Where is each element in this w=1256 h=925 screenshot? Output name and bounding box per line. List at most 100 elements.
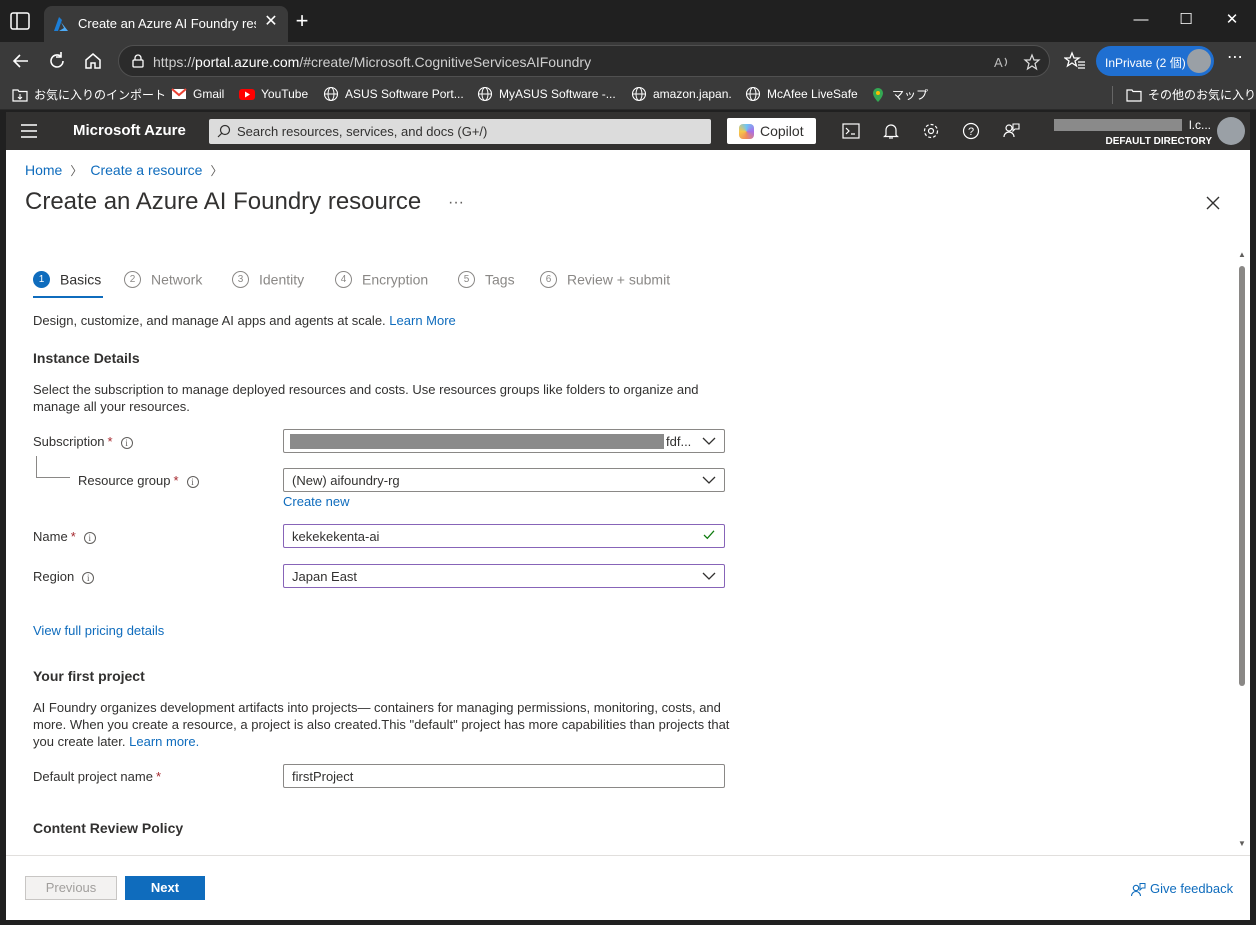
project-desc-line2: more. When you create a resource, a proj… [33,717,730,732]
chevron-down-icon [702,476,716,484]
browser-tab[interactable]: Create an Azure AI Foundry resou ✕ [44,6,288,42]
scrollbar-thumb[interactable] [1239,266,1245,686]
inprivate-button[interactable]: InPrivate (2 個) [1096,46,1214,76]
copilot-label: Copilot [760,123,804,139]
breadcrumb-home[interactable]: Home [25,162,62,178]
page-title: Create an Azure AI Foundry resource [25,188,422,215]
subscription-label: Subscription * i [33,434,133,449]
copilot-icon [739,124,754,139]
favorites-icon[interactable] [1064,50,1086,72]
subscription-dropdown[interactable]: fdf... [283,429,725,453]
tree-connector [36,456,70,478]
favorite-youtube[interactable]: YouTube [239,86,308,104]
navigation-bar: https://portal.azure.com/#create/Microso… [0,42,1256,80]
home-icon[interactable] [82,50,104,72]
region-dropdown[interactable]: Japan East [283,564,725,588]
account-directory: DEFAULT DIRECTORY [1105,136,1212,147]
notifications-icon[interactable] [882,122,900,140]
next-button[interactable]: Next [125,876,205,900]
tab-network[interactable]: 2 Network [124,270,202,294]
azure-favicon-icon [54,17,68,31]
browser-window: Create an Azure AI Foundry resou ✕ + — ☐… [0,0,1256,925]
close-blade-icon[interactable] [1204,194,1222,212]
instance-desc-line1: Select the subscription to manage deploy… [33,382,699,397]
globe-icon [477,86,493,102]
svg-text:?: ? [968,126,974,138]
copilot-button[interactable]: Copilot [727,118,816,144]
pricing-details-link[interactable]: View full pricing details [33,623,164,638]
tab-review-submit[interactable]: 6 Review + submit [540,270,670,294]
favorite-mcafee[interactable]: McAfee LiveSafe [745,86,858,104]
breadcrumb-create-resource[interactable]: Create a resource [90,162,202,178]
svg-text:A: A [994,55,1003,70]
menu-icon[interactable] [21,124,37,138]
help-icon[interactable]: ? [962,122,980,140]
global-search-input[interactable]: Search resources, services, and docs (G+… [209,119,711,144]
feedback-icon[interactable] [1002,122,1020,140]
valid-check-icon [703,530,715,540]
chevron-down-icon [702,437,716,445]
minimize-icon[interactable]: — [1131,10,1151,30]
instance-details-heading: Instance Details [33,350,140,366]
address-bar[interactable]: https://portal.azure.com/#create/Microso… [118,45,1050,77]
tab-identity[interactable]: 3 Identity [232,270,304,294]
folder-import-icon [12,88,28,102]
read-aloud-icon[interactable]: A [993,53,1011,71]
previous-button[interactable]: Previous [25,876,117,900]
maximize-icon[interactable]: ☐ [1176,10,1196,30]
other-favorites[interactable]: その他のお気に入り [1126,86,1256,104]
create-new-link[interactable]: Create new [283,494,349,509]
back-icon[interactable] [10,50,32,72]
account-name[interactable]: l.c... [1051,118,1211,132]
settings-gear-icon[interactable] [922,122,940,140]
more-menu-icon[interactable]: ⋯ [1225,48,1245,68]
favorite-maps[interactable]: マップ [870,86,928,104]
tab-basics[interactable]: 1 Basics [33,270,101,294]
tab-close-icon[interactable]: ✕ [262,13,280,31]
name-input[interactable]: kekekekenta-ai [283,524,725,548]
search-icon [217,124,231,138]
cloud-shell-icon[interactable] [842,122,860,140]
default-project-name-input[interactable]: firstProject [283,764,725,788]
url-text: https://portal.azure.com/#create/Microso… [153,54,592,70]
window-close-icon[interactable]: ✕ [1222,10,1242,30]
info-icon[interactable]: i [83,531,96,544]
scroll-down-icon[interactable]: ▼ [1237,839,1247,848]
favorite-gmail[interactable]: Gmail [171,86,224,104]
favorite-myasus[interactable]: MyASUS Software -... [477,86,616,104]
globe-icon [631,86,647,102]
info-icon[interactable]: i [82,571,95,584]
tab-encryption[interactable]: 4 Encryption [335,270,428,294]
scroll-up-icon[interactable]: ▲ [1237,250,1247,259]
info-icon[interactable]: i [120,436,133,449]
azure-top-bar: Microsoft Azure Search resources, servic… [6,112,1250,150]
refresh-icon[interactable] [46,50,68,72]
favorite-asus-software[interactable]: ASUS Software Port... [323,86,464,104]
account-avatar[interactable] [1217,117,1245,145]
youtube-icon [239,89,255,100]
resource-group-dropdown[interactable]: (New) aifoundry-rg [283,468,725,492]
favorite-amazon[interactable]: amazon.japan. [631,86,732,104]
project-desc-line3: you create later. Learn more. [33,734,200,749]
favorite-star-icon[interactable] [1023,53,1041,71]
favorite-import[interactable]: お気に入りのインポート [12,86,166,104]
give-feedback-link[interactable]: Give feedback [1130,881,1233,898]
first-project-heading: Your first project [33,668,145,684]
info-icon[interactable]: i [186,475,199,488]
instance-desc-line2: manage all your resources. [33,399,190,414]
wizard-steps: 1 Basics 2 Network 3 Identity 4 Encryption 5… [33,270,733,294]
new-tab-icon[interactable]: + [292,10,312,32]
lock-icon[interactable] [131,54,145,68]
tab-actions-icon[interactable] [10,12,30,30]
default-project-name-label: Default project name * [33,769,162,784]
subscription-redacted [290,434,664,449]
tab-tags[interactable]: 5 Tags [458,270,515,294]
learn-more-link[interactable]: Learn More [389,313,455,328]
gmail-icon [171,88,187,99]
tab-title: Create an Azure AI Foundry resou [78,16,256,31]
project-learn-more-link[interactable]: Learn more. [129,734,199,749]
more-options-icon[interactable]: ··· [448,194,464,212]
project-desc-line1: AI Foundry organizes development artifac… [33,700,721,715]
wizard-footer: Previous Next Give feedback [6,855,1250,920]
azure-brand[interactable]: Microsoft Azure [73,122,186,139]
